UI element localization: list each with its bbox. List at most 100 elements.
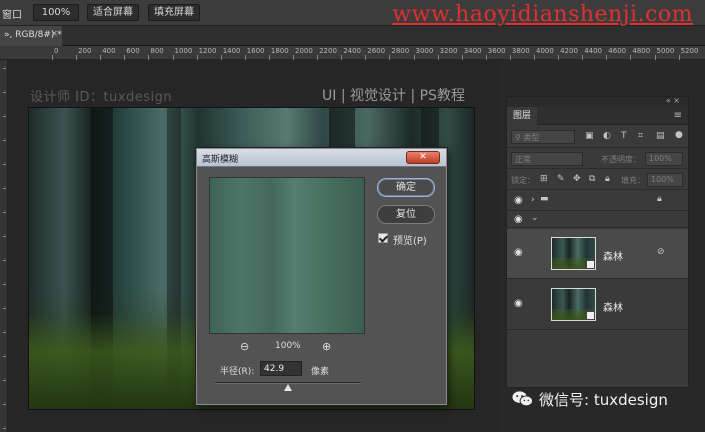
chevron-down-icon[interactable]: ⌄ bbox=[531, 213, 539, 223]
radius-label: 半径(R): bbox=[220, 367, 255, 377]
ruler-mark-label: 1400 bbox=[222, 47, 241, 55]
photoshop-window: 窗口 100% 适合屏幕 填充屏幕 www.haoyidianshenji.co… bbox=[0, 0, 705, 432]
layer-name[interactable]: 森林 bbox=[603, 248, 623, 263]
lock-artboard-icon[interactable]: ⧉ bbox=[589, 174, 595, 184]
radius-slider-thumb[interactable] bbox=[284, 384, 292, 391]
ruler-tick bbox=[3, 260, 6, 261]
layer-name[interactable]: 森林 bbox=[603, 299, 623, 314]
ruler-mark-label: 1600 bbox=[246, 47, 265, 55]
filter-kind-select[interactable]: ⚲ 类型 bbox=[511, 130, 575, 144]
fill-screen-button[interactable]: 填充屏幕 bbox=[148, 4, 200, 21]
fill-input[interactable]: 100% bbox=[647, 173, 683, 187]
eye-icon[interactable]: ◉ bbox=[514, 214, 523, 225]
ruler-mark-label: 3800 bbox=[511, 47, 530, 55]
layer-row[interactable]: ◉ 森林 ⊘ bbox=[507, 229, 688, 279]
layer-thumbnail[interactable] bbox=[551, 288, 596, 321]
blend-row: 正常 不透明度： 100% bbox=[507, 149, 688, 169]
opacity-input[interactable]: 100% bbox=[645, 152, 683, 166]
lock-paint-icon[interactable]: ✎ bbox=[557, 174, 565, 184]
close-icon[interactable]: × bbox=[50, 29, 58, 39]
image-filter-icon[interactable]: ▣ bbox=[585, 131, 594, 141]
layers-panel: « × 图层 ≡ ⚲ 类型 ▣ ◐ T ⌗ ▤ ● 正常 不透明度： 100% … bbox=[506, 96, 689, 388]
ruler-mark-label: 0 bbox=[54, 47, 59, 55]
ruler-mark-label: 1000 bbox=[174, 47, 193, 55]
zoom-in-icon[interactable]: ⊕ bbox=[322, 340, 331, 353]
blend-mode-select[interactable]: 正常 bbox=[511, 152, 583, 166]
type-filter-icon[interactable]: T bbox=[621, 131, 627, 141]
chevron-right-icon[interactable]: › bbox=[531, 195, 535, 205]
ruler-mark-label: 2000 bbox=[295, 47, 313, 55]
smart-object-badge-icon bbox=[586, 260, 595, 269]
lock-transparent-icon[interactable]: ⊞ bbox=[540, 174, 548, 184]
document-tab-strip: », RGB/8#) * × bbox=[0, 26, 705, 46]
eye-icon[interactable]: ◉ bbox=[514, 247, 523, 258]
radius-input[interactable] bbox=[260, 361, 302, 376]
site-watermark: www.haoyidianshenji.com bbox=[392, 2, 693, 27]
smart-object-badge-icon bbox=[586, 311, 595, 320]
layer-group-expanded-row[interactable]: ◉ ⌄ bbox=[507, 212, 688, 228]
ruler-mark-label: 2400 bbox=[343, 47, 362, 55]
ruler-mark-label: 4800 bbox=[632, 47, 651, 55]
horizontal-ruler[interactable]: 0 200 400 600 800 1000 1200 1400 1600 1800 2000 220… bbox=[0, 46, 705, 60]
radius-unit: 像素 bbox=[311, 367, 330, 377]
ruler-tick bbox=[3, 212, 6, 213]
zoom-out-icon[interactable]: ⊖ bbox=[240, 340, 249, 353]
blur-preview[interactable] bbox=[209, 177, 365, 334]
eye-icon[interactable]: ◉ bbox=[514, 195, 523, 206]
hamburger-icon[interactable]: ≡ bbox=[674, 110, 682, 121]
adjustment-filter-icon[interactable]: ◐ bbox=[603, 131, 611, 141]
ruler-mark-label: 2800 bbox=[391, 47, 410, 55]
fit-screen-button[interactable]: 适合屏幕 bbox=[87, 4, 139, 21]
ruler-mark-label: 2200 bbox=[319, 47, 337, 55]
ruler-tick bbox=[3, 356, 6, 357]
ok-button[interactable]: 确定 bbox=[377, 178, 435, 197]
ruler-tick bbox=[3, 116, 6, 117]
layer-row[interactable]: ◉ 森林 bbox=[507, 280, 688, 330]
dialog-titlebar[interactable]: 高斯模糊 ✕ bbox=[197, 149, 446, 167]
panel-header-strip: « × bbox=[507, 96, 688, 107]
designer-id-text: 设计师 ID：tuxdesign bbox=[30, 90, 173, 105]
lock-label: 锁定： bbox=[511, 176, 535, 185]
ruler-mark-label: 3600 bbox=[487, 47, 506, 55]
ruler-tick bbox=[3, 68, 6, 69]
preview-zoom-percent: 100% bbox=[275, 341, 301, 351]
document-tab[interactable]: », RGB/8#) * × bbox=[0, 26, 62, 46]
preview-checkbox[interactable] bbox=[378, 233, 388, 243]
ruler-tick bbox=[3, 404, 6, 405]
lock-all-icon[interactable]: 🔒︎ bbox=[605, 174, 610, 184]
options-bar: 窗口 100% 适合屏幕 填充屏幕 www.haoyidianshenji.co… bbox=[0, 0, 705, 27]
smart-object-filter-icon[interactable]: ▤ bbox=[656, 131, 665, 141]
tab-layers[interactable]: 图层 bbox=[507, 107, 537, 125]
ruler-tick bbox=[3, 308, 6, 309]
ruler-mark-label: 1200 bbox=[198, 47, 217, 55]
layer-group-row[interactable]: ◉ › ▬ 🔒︎ bbox=[507, 191, 688, 211]
opacity-label: 不透明度： bbox=[601, 155, 641, 164]
folder-icon: ▬ bbox=[540, 194, 549, 204]
tagline-text: UI | 视觉设计 | PS教程 bbox=[322, 88, 465, 104]
filter-kind-value: 类型 bbox=[523, 133, 540, 142]
ruler-tick bbox=[3, 188, 6, 189]
eye-icon[interactable]: ◉ bbox=[514, 298, 523, 309]
ruler-mark-label: 4400 bbox=[584, 47, 603, 55]
shape-filter-icon[interactable]: ⌗ bbox=[638, 131, 643, 141]
ruler-mark-label: 1800 bbox=[270, 47, 289, 55]
wechat-watermark: 微信号: tuxdesign bbox=[512, 389, 702, 411]
reset-button[interactable]: 复位 bbox=[377, 205, 435, 224]
layer-thumbnail[interactable] bbox=[551, 237, 596, 270]
ruler-tick bbox=[3, 380, 6, 381]
ruler-tick bbox=[3, 284, 6, 285]
preview-checkbox-label: 预览(P) bbox=[393, 236, 427, 247]
dialog-close-button[interactable]: ✕ bbox=[406, 151, 440, 164]
collapse-panel-icon[interactable]: « × bbox=[666, 96, 680, 105]
ruler-mark-label: 2600 bbox=[367, 47, 386, 55]
fill-label: 填充： bbox=[621, 176, 645, 185]
lock-position-icon[interactable]: ✥ bbox=[573, 174, 581, 184]
window-label: 窗口 bbox=[2, 10, 22, 21]
ruler-mark-label: 3400 bbox=[463, 47, 482, 55]
wechat-icon bbox=[512, 391, 533, 407]
vertical-ruler[interactable] bbox=[0, 60, 8, 432]
filter-toggle-icon[interactable]: ● bbox=[675, 130, 683, 140]
smart-filter-icon[interactable]: ⊘ bbox=[657, 247, 665, 257]
wechat-id-text: 微信号: tuxdesign bbox=[539, 391, 668, 409]
zoom-percent-button[interactable]: 100% bbox=[33, 4, 79, 21]
